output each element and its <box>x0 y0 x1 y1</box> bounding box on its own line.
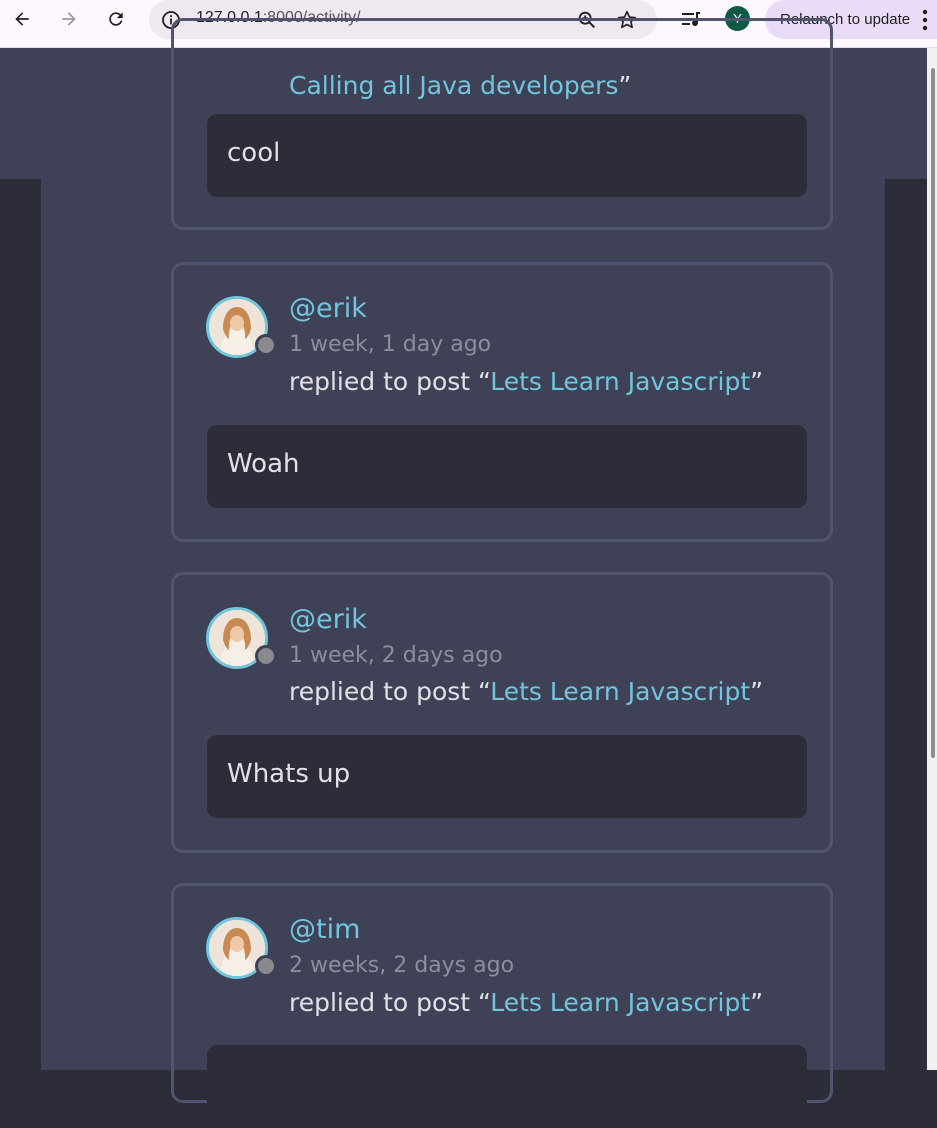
activity-panel: Calling all Java developers” cool @erik … <box>41 18 885 1128</box>
message-text: Whats up <box>227 759 351 789</box>
reload-button[interactable] <box>104 7 128 31</box>
timestamp: 2 weeks, 2 days ago <box>289 953 515 978</box>
post-link[interactable]: Calling all Java developers <box>289 71 618 100</box>
timestamp: 1 week, 1 day ago <box>289 332 492 357</box>
activity-action: replied to post “Lets Learn Javascript” <box>289 367 764 396</box>
post-link[interactable]: Lets Learn Javascript <box>490 367 750 396</box>
more-menu-icon[interactable] <box>921 9 929 31</box>
activity-card: Calling all Java developers” cool <box>171 18 833 230</box>
post-link[interactable]: Lets Learn Javascript <box>490 988 750 1017</box>
scrollbar-thumb[interactable] <box>931 68 935 758</box>
username[interactable]: @tim <box>289 914 360 945</box>
status-dot <box>255 645 277 667</box>
page-content: Calling all Java developers” cool @erik … <box>0 18 937 1128</box>
username[interactable]: @erik <box>289 293 367 324</box>
back-button[interactable] <box>10 7 34 31</box>
arrow-left-icon <box>15 12 29 26</box>
message-box <box>207 1045 807 1128</box>
activity-action: Calling all Java developers” <box>289 71 632 100</box>
message-text: Woah <box>227 449 300 479</box>
message-box: cool <box>207 114 807 197</box>
reload-icon <box>109 12 123 26</box>
post-link[interactable]: Lets Learn Javascript <box>490 677 750 706</box>
forward-button[interactable] <box>57 7 81 31</box>
activity-action: replied to post “Lets Learn Javascript” <box>289 677 764 706</box>
status-dot <box>255 955 277 977</box>
arrow-right-icon <box>62 12 76 26</box>
activity-card: @tim 2 weeks, 2 days ago replied to post… <box>171 883 833 1128</box>
timestamp: 1 week, 2 days ago <box>289 643 503 668</box>
username[interactable]: @erik <box>289 604 367 635</box>
activity-card: @erik 1 week, 1 day ago replied to post … <box>171 262 833 542</box>
message-box: Whats up <box>207 735 807 818</box>
message-text: cool <box>227 138 281 168</box>
message-box: Woah <box>207 425 807 508</box>
status-dot <box>255 334 277 356</box>
activity-card: @erik 1 week, 2 days ago replied to post… <box>171 572 833 853</box>
activity-action: replied to post “Lets Learn Javascript” <box>289 988 764 1017</box>
